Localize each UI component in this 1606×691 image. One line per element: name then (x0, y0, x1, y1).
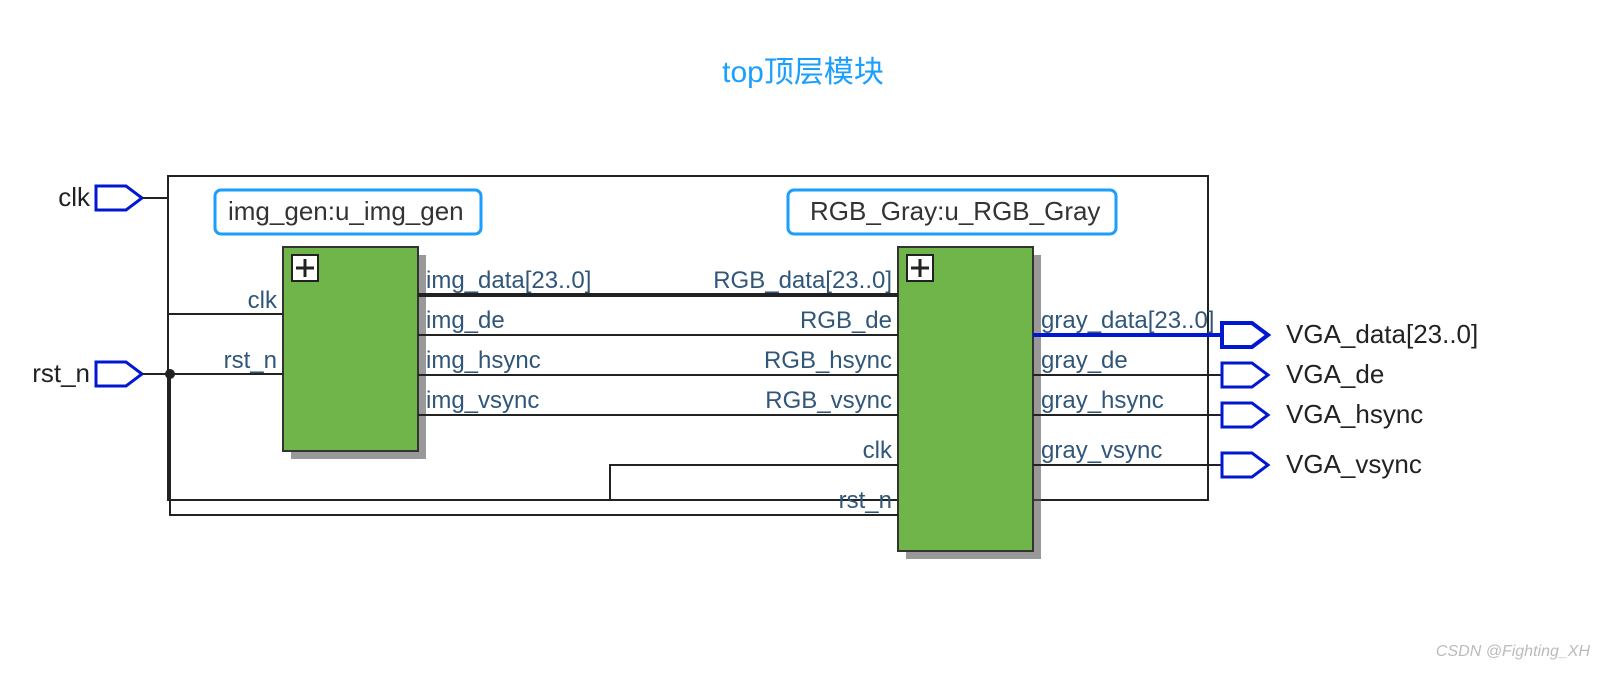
block1-instance-label: img_gen:u_img_gen (228, 196, 464, 226)
output-label-vga-vsync: VGA_vsync (1286, 449, 1422, 479)
block1-port-rstn: rst_n (224, 347, 277, 374)
block2-port-rgb-vsync: RGB_vsync (765, 387, 892, 414)
block2-port-rgb-de: RGB_de (800, 307, 892, 334)
block2-port-rgb-hsync: RGB_hsync (764, 347, 892, 374)
block2-port-rgb-data: RGB_data[23..0] (713, 267, 892, 294)
block1-port-img-data: img_data[23..0] (426, 267, 591, 294)
input-pin-rstn: rst_n (32, 358, 170, 388)
block1-expand-icon[interactable] (292, 255, 318, 281)
block2-instance-label: RGB_Gray:u_RGB_Gray (810, 196, 1100, 226)
input-label-rstn: rst_n (32, 358, 90, 388)
diagram-title: top顶层模块 (722, 56, 884, 89)
input-label-clk: clk (58, 182, 91, 212)
output-pin-vga-data: VGA_data[23..0] (1222, 319, 1478, 349)
block1-port-img-vsync: img_vsync (426, 387, 539, 414)
block1-port-clk: clk (248, 287, 278, 314)
block1-port-img-de: img_de (426, 307, 505, 334)
block2-port-gray-data: gray_data[23..0] (1041, 307, 1214, 334)
watermark: CSDN @Fighting_XH (1436, 643, 1591, 660)
output-label-vga-data: VGA_data[23..0] (1286, 319, 1478, 349)
block2-expand-icon[interactable] (907, 255, 933, 281)
block2-port-gray-vsync: gray_vsync (1041, 437, 1162, 464)
output-pin-vga-de: VGA_de (1222, 359, 1384, 389)
output-label-vga-hsync: VGA_hsync (1286, 399, 1423, 429)
block2-body (898, 247, 1033, 551)
block2-port-gray-de: gray_de (1041, 347, 1128, 374)
block1-port-img-hsync: img_hsync (426, 347, 541, 374)
block2-port-rstn: rst_n (839, 487, 892, 514)
output-pin-vga-hsync: VGA_hsync (1222, 399, 1423, 429)
output-label-vga-de: VGA_de (1286, 359, 1384, 389)
output-pin-vga-vsync: VGA_vsync (1222, 449, 1422, 479)
block2-port-gray-hsync: gray_hsync (1041, 387, 1164, 414)
block2-port-clk: clk (863, 437, 893, 464)
input-pin-clk: clk (58, 182, 168, 212)
